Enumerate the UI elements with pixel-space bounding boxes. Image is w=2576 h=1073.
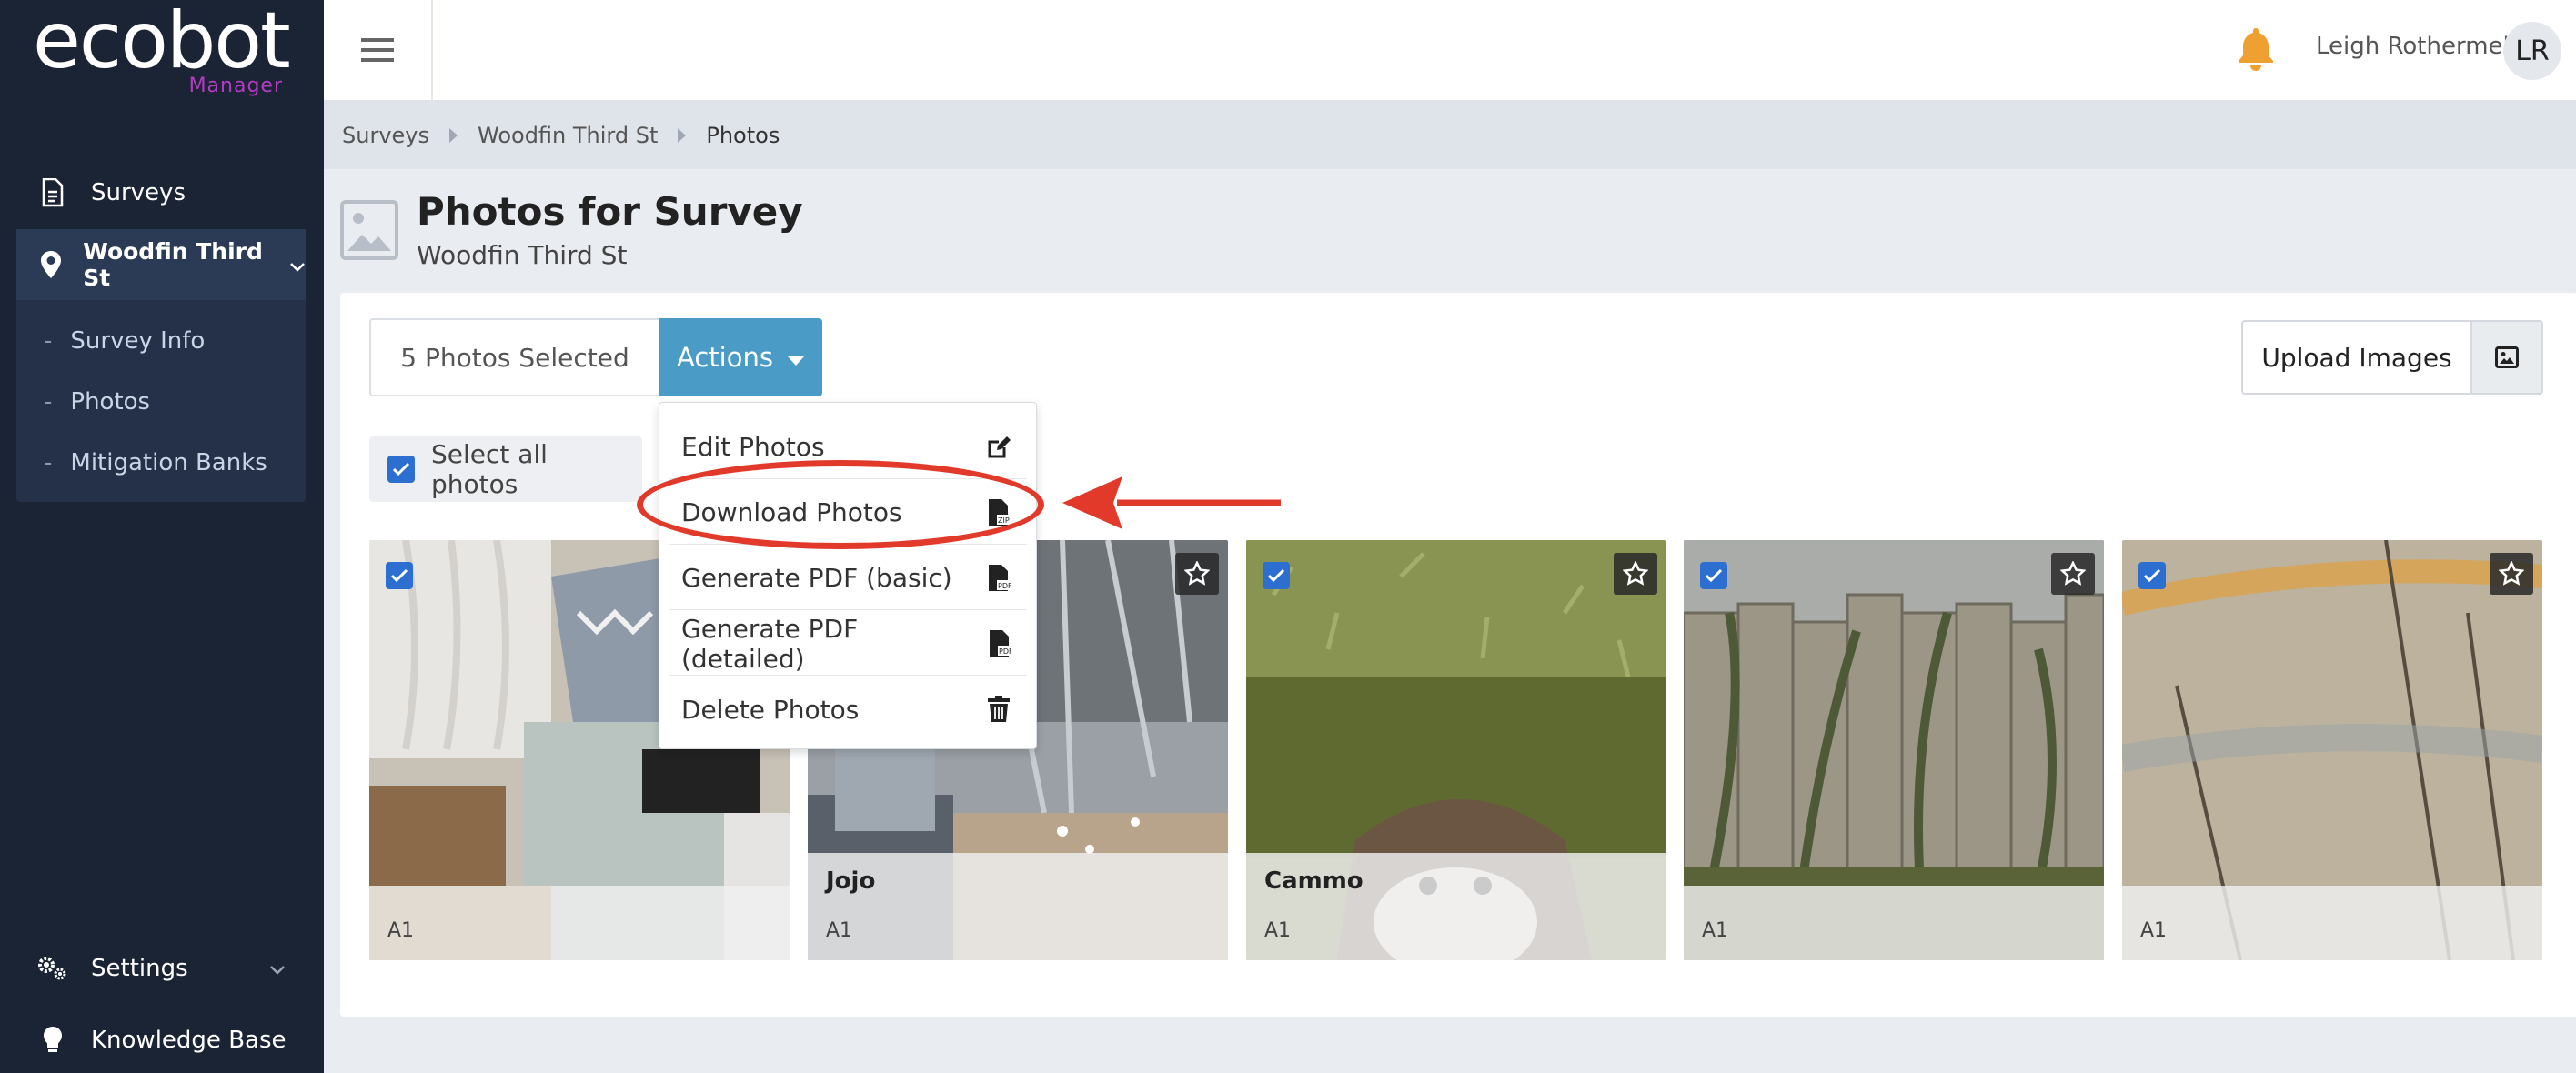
breadcrumb-surveys[interactable]: Surveys (342, 123, 429, 148)
menu-item-delete-photos[interactable]: Delete Photos (669, 677, 1027, 741)
sidebar-item-settings[interactable]: Settings (0, 946, 324, 991)
logo-text: ecobot (33, 0, 291, 86)
sidebar-item-mitigation-banks[interactable]: - Mitigation Banks (16, 440, 306, 486)
notifications-bell-icon[interactable] (2236, 25, 2276, 71)
chevron-down-icon (269, 955, 286, 982)
photo-card[interactable]: Cammo A1 (1246, 540, 1666, 960)
photo-caption: A1 (369, 886, 790, 960)
chevron-down-icon (289, 252, 306, 278)
menu-item-label: Generate PDF (basic) (681, 563, 952, 593)
sidebar-item-photos[interactable]: - Photos (16, 379, 306, 425)
annotation-arrow-icon (1062, 476, 1281, 529)
menu-toggle-button[interactable] (324, 0, 433, 100)
gears-icon (36, 952, 69, 985)
photo-tag: A1 (387, 919, 415, 942)
photo-card[interactable]: A1 (1684, 540, 2104, 960)
current-survey-group: Woodfin Third St - Survey Info - Photos … (16, 229, 306, 502)
photo-caption: Cammo A1 (1246, 853, 1666, 960)
photo-checkbox-checked[interactable] (2138, 562, 2166, 589)
sidebar-item-current-survey[interactable]: Woodfin Third St (16, 229, 306, 300)
upload-image-icon-button[interactable] (2470, 320, 2543, 395)
breadcrumb-survey[interactable]: Woodfin Third St (478, 123, 658, 148)
image-icon (2495, 346, 2519, 368)
breadcrumb: Surveys Woodfin Third St Photos (324, 102, 2576, 169)
photo-tag: A1 (1264, 919, 1292, 942)
menu-item-generate-pdf-basic[interactable]: Generate PDF (basic) PDF (669, 547, 1027, 610)
ecobot-logo[interactable]: ecobot Manager (33, 2, 292, 102)
svg-text:PDF: PDF (999, 647, 1011, 656)
edit-icon (985, 432, 1012, 463)
photo-checkbox-checked[interactable] (386, 562, 413, 589)
top-bar: Leigh Rothermel LR (324, 0, 2576, 102)
trash-icon (985, 694, 1012, 725)
select-all-label: Select all photos (430, 439, 548, 499)
current-survey-label: Woodfin Third St (83, 238, 263, 291)
sidebar: ecobot Manager Surveys Woodfin Third St … (0, 0, 324, 1073)
sidebar-sub-label: Survey Info (70, 327, 206, 355)
document-icon (36, 176, 69, 209)
favorite-star-icon[interactable] (1614, 553, 1657, 595)
bullet: - (44, 449, 53, 476)
actions-label: Actions (677, 342, 773, 373)
file-pdf-icon: PDF (985, 563, 1012, 594)
menu-item-label: Generate PDF (detailed) (681, 613, 859, 674)
sidebar-sub-label: Mitigation Banks (70, 449, 267, 476)
annotation-highlight-oval (637, 460, 1044, 549)
bullet: - (44, 388, 53, 416)
upload-images-button[interactable]: Upload Images (2241, 320, 2470, 395)
photo-tag: A1 (1702, 919, 1729, 942)
select-all-photos[interactable]: Select all photos (369, 436, 642, 502)
sidebar-item-knowledge-base[interactable]: Knowledge Base (0, 1020, 324, 1060)
user-avatar[interactable]: LR (2503, 22, 2561, 80)
file-pdf-icon: PDF (987, 628, 1012, 659)
photo-caption: A1 (2122, 886, 2542, 960)
photo-checkbox-checked[interactable] (1700, 562, 1727, 589)
bullet: - (44, 327, 53, 355)
photo-name: Cammo (1264, 867, 1363, 895)
photo-card[interactable]: A1 (2122, 540, 2542, 960)
favorite-star-icon[interactable] (2051, 553, 2095, 595)
photo-tag: A1 (2140, 919, 2168, 942)
menu-item-generate-pdf-detailed[interactable]: Generate PDF (detailed) PDF (669, 612, 1027, 676)
sidebar-item-label: Knowledge Base (91, 1027, 287, 1054)
sidebar-item-surveys[interactable]: Surveys (0, 173, 324, 213)
logo-subtitle: Manager (188, 75, 283, 97)
checkbox-checked-icon[interactable] (387, 456, 415, 483)
sidebar-item-label: Surveys (91, 179, 186, 206)
favorite-star-icon[interactable] (1175, 553, 1219, 595)
photo-caption: A1 (1684, 886, 2104, 960)
caret-down-icon (787, 356, 804, 366)
sidebar-item-label: Settings (91, 955, 188, 982)
image-icon (340, 200, 398, 260)
breadcrumb-separator-icon (449, 128, 458, 143)
selected-count: 5 Photos Selected (369, 318, 659, 396)
photo-checkbox-checked[interactable] (1263, 562, 1290, 589)
menu-item-label: Delete Photos (681, 694, 860, 725)
menu-item-label: Edit Photos (681, 432, 825, 462)
actions-dropdown-button[interactable]: Actions (659, 318, 822, 396)
sidebar-sub-label: Photos (70, 388, 151, 416)
lightbulb-icon (36, 1024, 69, 1057)
breadcrumb-current: Photos (706, 123, 780, 148)
svg-text:PDF: PDF (998, 582, 1011, 590)
sidebar-item-survey-info[interactable]: - Survey Info (16, 318, 306, 364)
photo-caption: Jojo A1 (808, 853, 1228, 960)
actions-menu: Edit Photos Download Photos ZIP Generate… (659, 402, 1037, 749)
breadcrumb-separator-icon (678, 128, 687, 143)
page-subtitle: Woodfin Third St (417, 240, 628, 270)
photo-name: Jojo (826, 867, 876, 895)
map-pin-icon (40, 249, 65, 280)
user-name[interactable]: Leigh Rothermel (2316, 33, 2510, 60)
photo-tag: A1 (826, 919, 853, 942)
hamburger-icon (361, 38, 394, 62)
favorite-star-icon[interactable] (2490, 553, 2533, 595)
page-title: Photos for Survey (417, 189, 803, 234)
